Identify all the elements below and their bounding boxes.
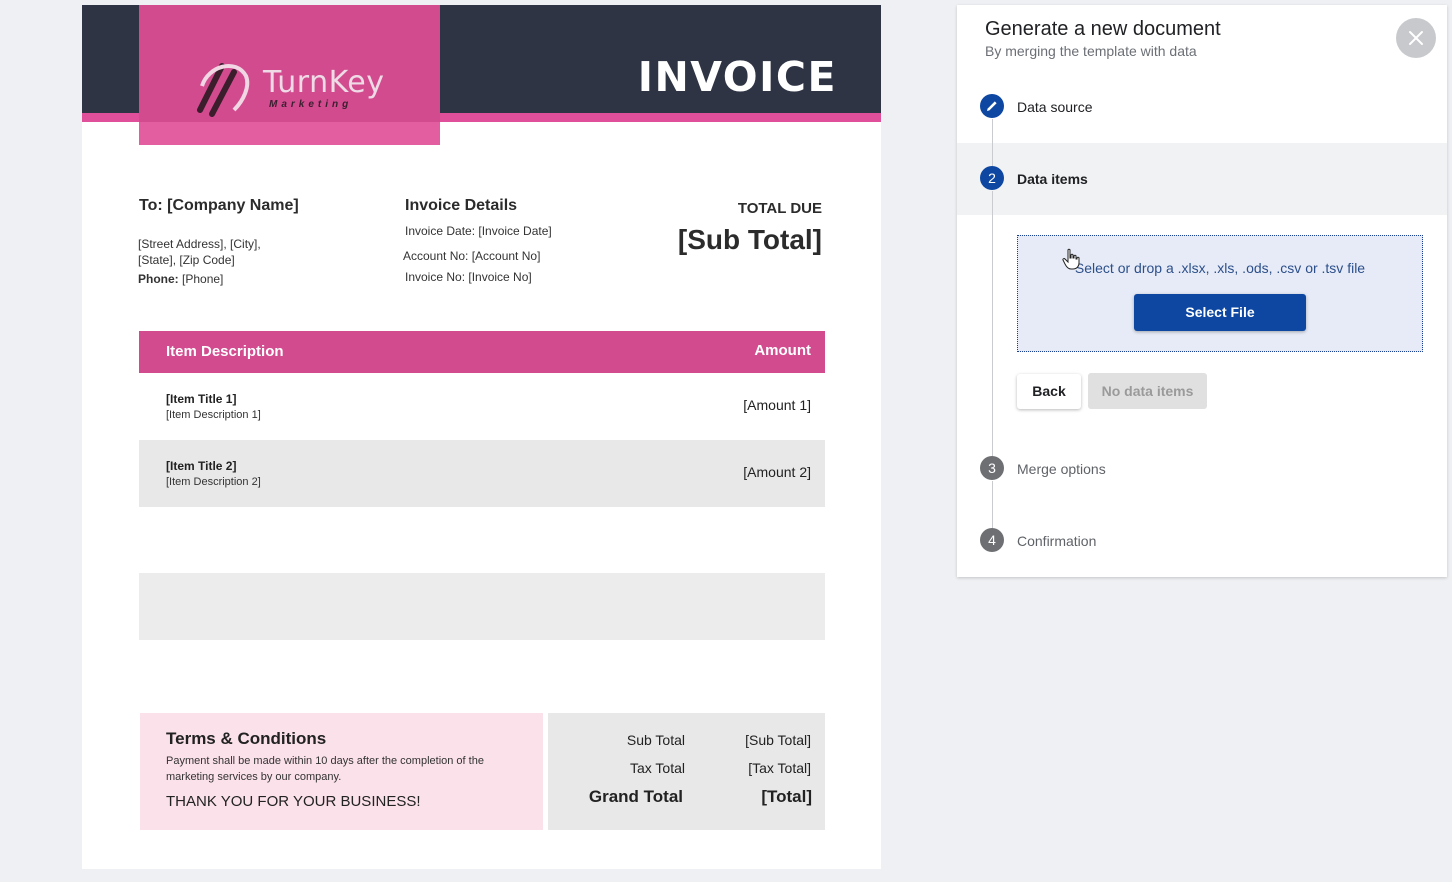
logo-block: TurnKey Marketing	[139, 5, 440, 145]
pencil-icon	[987, 101, 997, 111]
invoice-date: Invoice Date: [Invoice Date]	[405, 224, 552, 238]
step-2-number: 2	[980, 166, 1004, 190]
total-due-label: TOTAL DUE	[737, 200, 822, 217]
item-title: [Item Title 1]	[166, 392, 237, 406]
to-company-title: To: [Company Name]	[139, 197, 299, 214]
stepper-connector	[992, 481, 993, 529]
logo-name: TurnKey	[263, 65, 385, 100]
empty-band	[139, 573, 825, 640]
item-description: [Item Description 1]	[166, 409, 261, 421]
grand-total-label: Grand Total	[588, 787, 683, 806]
close-button[interactable]	[1396, 18, 1436, 58]
sub-total-value: [Sub Total]	[745, 732, 811, 748]
header-amount: Amount	[754, 342, 811, 359]
item-amount: [Amount 1]	[743, 397, 811, 413]
phone-label: Phone:	[138, 272, 179, 286]
select-file-button[interactable]: Select File	[1134, 294, 1306, 331]
account-no: Account No: [Account No]	[403, 249, 541, 263]
stepper-connector	[992, 191, 993, 457]
panel-title: Generate a new document	[985, 18, 1221, 40]
tax-total-label: Tax Total	[630, 760, 685, 776]
invoice-no: Invoice No: [Invoice No]	[405, 270, 532, 284]
item-title: [Item Title 2]	[166, 459, 237, 473]
step-4-number: 4	[980, 528, 1004, 552]
terms-box: Terms & Conditions Payment shall be made…	[140, 713, 543, 830]
grand-total-value: [Total]	[761, 787, 812, 806]
terms-body: Payment shall be made within 10 days aft…	[166, 755, 484, 783]
close-icon	[1409, 31, 1423, 45]
total-due-value: [Sub Total]	[677, 224, 822, 255]
item-amount: [Amount 2]	[743, 464, 811, 480]
table-row: [Item Title 2] [Item Description 2] [Amo…	[139, 440, 825, 507]
no-data-items-button[interactable]: No data items	[1088, 373, 1207, 409]
terms-title: Terms & Conditions	[166, 729, 327, 748]
step-confirmation[interactable]: Confirmation	[1017, 533, 1096, 549]
panel-subtitle: By merging the template with data	[985, 43, 1197, 59]
item-description: [Item Description 2]	[166, 476, 261, 488]
to-address-line2: [State], [Zip Code]	[138, 253, 235, 267]
to-address-line1: [Street Address], [City],	[138, 237, 261, 251]
header-item-description: Item Description	[166, 343, 284, 360]
generate-document-panel: Generate a new document By merging the t…	[957, 5, 1447, 577]
step-3-number: 3	[980, 456, 1004, 480]
invoice-preview: TurnKey Marketing INVOICE To: [Company N…	[82, 5, 881, 869]
back-button[interactable]: Back	[1017, 374, 1081, 409]
step-data-items[interactable]: Data items	[1017, 171, 1088, 187]
invoice-title: INVOICE	[637, 53, 837, 101]
to-phone: Phone: [Phone]	[138, 272, 223, 286]
turnkey-logo-icon	[197, 63, 250, 117]
stepper-connector	[992, 119, 993, 167]
items-table-header: Item Description Amount	[139, 331, 825, 373]
hand-cursor-icon	[1062, 248, 1080, 270]
step-merge-options[interactable]: Merge options	[1017, 461, 1106, 477]
totals-box: Sub Total [Sub Total] Tax Total [Tax Tot…	[548, 713, 825, 830]
sub-total-label: Sub Total	[626, 732, 685, 748]
logo-block-base	[139, 122, 440, 145]
tax-total-value: [Tax Total]	[748, 760, 811, 776]
phone-value: [Phone]	[182, 272, 224, 286]
logo-tagline: Marketing	[269, 99, 353, 110]
table-row: [Item Title 1] [Item Description 1] [Amo…	[139, 373, 825, 440]
details-title: Invoice Details	[405, 197, 518, 214]
step-data-source[interactable]: Data source	[1017, 99, 1092, 115]
thank-you-text: THANK YOU FOR YOUR BUSINESS!	[166, 793, 421, 810]
step-1-edit-icon[interactable]	[980, 94, 1004, 118]
